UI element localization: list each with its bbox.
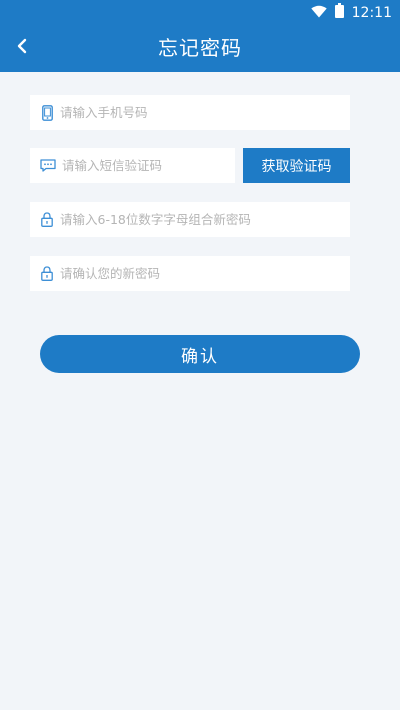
message-icon	[40, 158, 56, 174]
lock-icon	[40, 212, 54, 228]
get-code-button[interactable]: 获取验证码	[243, 148, 350, 183]
confirm-password-field	[30, 256, 350, 291]
lock-icon	[40, 266, 54, 282]
phone-field	[30, 95, 350, 130]
status-bar: 12:11	[0, 0, 400, 24]
wifi-icon	[310, 3, 327, 22]
page-title: 忘记密码	[158, 36, 242, 60]
sms-code-field	[30, 148, 235, 183]
confirm-password-input[interactable]	[60, 256, 350, 291]
sms-code-input[interactable]	[62, 148, 235, 183]
new-password-field	[30, 202, 350, 237]
battery-icon	[334, 3, 344, 22]
confirm-button[interactable]: 确认	[40, 335, 360, 373]
app-bar: 忘记密码	[0, 24, 400, 72]
status-icons: 12:11	[310, 3, 392, 22]
phone-icon	[40, 104, 54, 121]
status-time: 12:11	[351, 4, 392, 21]
new-password-input[interactable]	[60, 202, 350, 237]
phone-input[interactable]	[60, 95, 350, 130]
